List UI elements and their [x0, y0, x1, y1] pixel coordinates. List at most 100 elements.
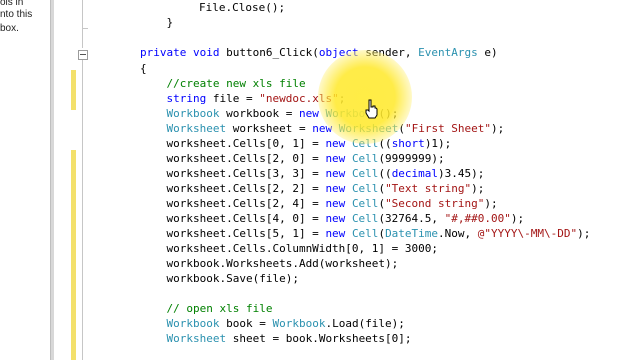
code-token: workbook = [226, 107, 299, 120]
cursor-highlight [318, 50, 412, 144]
code-token: worksheet.Cells[2, 0] = [140, 152, 326, 165]
code-token: workbook.Worksheets.Add(worksheet); [140, 257, 399, 270]
toolbox-description-panel: ols in nto this box. [0, 0, 50, 360]
code-token: Workbook [166, 107, 227, 120]
code-token: worksheet.Cells[2, 2] = [140, 182, 326, 195]
code-token: short [391, 137, 425, 150]
code-token: File.Close(); [146, 1, 286, 14]
code-token: new [325, 212, 352, 225]
code-token: //create new xls file [140, 77, 306, 90]
code-line: string file = "newdoc.xls"; [140, 91, 346, 106]
code-token: Cell [351, 167, 379, 180]
panel-text-line: nto this [0, 9, 33, 20]
code-token: workbook.Save(file); [140, 272, 299, 285]
outline-end-tick [82, 28, 88, 29]
code-token: book = [226, 317, 273, 330]
outline-line [82, 60, 83, 360]
code-token: // open xls file [140, 302, 273, 315]
code-token: "#,##0.00" [444, 212, 511, 225]
code-token: EventArgs [418, 46, 485, 59]
code-line: worksheet.Cells[2, 0] = new Cell(9999999… [140, 151, 445, 166]
code-token: worksheet = [232, 122, 313, 135]
code-token: .Now, [438, 227, 478, 240]
code-token: worksheet.Cells.ColumnWidth[0, 1] = 3000… [140, 242, 439, 255]
code-token: (( [378, 167, 392, 180]
code-token: new [325, 197, 352, 210]
code-token: (9999999); [378, 152, 445, 165]
code-line: private void button6_Click(object sender… [140, 45, 498, 60]
code-token: void [192, 46, 227, 59]
code-token: "Second string" [385, 197, 485, 210]
collapse-region-icon[interactable] [78, 50, 88, 60]
code-token: Cell [351, 212, 379, 225]
code-token: worksheet.Cells[2, 4] = [140, 197, 326, 210]
code-line: Worksheet sheet = book.Worksheets[0]; [140, 331, 412, 346]
code-token: ); [510, 212, 525, 225]
code-token: { [140, 62, 147, 75]
code-line: workbook.Worksheets.Add(worksheet); [140, 256, 398, 271]
code-token: "First Sheet" [404, 122, 492, 135]
code-token: Workbook [272, 317, 326, 330]
code-line: worksheet.Cells.ColumnWidth[0, 1] = 3000… [140, 241, 438, 256]
code-line: File.Close(); [146, 0, 285, 15]
code-token: private [140, 46, 193, 59]
code-token: new [325, 167, 352, 180]
code-line: { [140, 61, 147, 76]
code-token: ); [491, 122, 505, 135]
code-token: Cell [351, 182, 379, 195]
change-indicator [71, 150, 76, 360]
code-token: worksheet.Cells[4, 0] = [140, 212, 326, 225]
code-token: file = [212, 92, 260, 105]
code-token: e) [484, 46, 498, 59]
code-line: Worksheet worksheet = new Worksheet("Fir… [140, 121, 505, 136]
panel-text-line: ols in [0, 0, 24, 8]
code-line: worksheet.Cells[0, 1] = new Cell((short)… [140, 136, 451, 151]
code-token: Cell [351, 197, 379, 210]
code-token: ); [577, 227, 591, 240]
code-token: )3.45); [438, 167, 485, 180]
panel-text-line: box. [0, 23, 19, 34]
code-token: worksheet.Cells[0, 1] = [140, 137, 326, 150]
code-line: worksheet.Cells[5, 1] = new Cell(DateTim… [140, 226, 590, 241]
code-token: ); [471, 182, 485, 195]
code-token: DateTime [385, 227, 439, 240]
code-line: Workbook book = Workbook.Load(file); [140, 316, 405, 331]
editor-gutter [54, 0, 80, 360]
code-token: button6_Click( [226, 46, 319, 59]
change-indicator [71, 70, 76, 110]
code-token: Worksheet [166, 332, 233, 345]
code-token: "Text string" [385, 182, 472, 195]
outline-line [82, 0, 83, 48]
code-token: string [166, 92, 213, 105]
code-token: decimal [391, 167, 439, 180]
code-token: Workbook [166, 317, 227, 330]
code-line: worksheet.Cells[3, 3] = new Cell((decima… [140, 166, 484, 181]
hand-pointer-icon [365, 99, 378, 119]
code-token: Worksheet [166, 122, 233, 135]
code-line: worksheet.Cells[4, 0] = new Cell(32764.5… [140, 211, 524, 226]
code-line: worksheet.Cells[2, 2] = new Cell("Text s… [140, 181, 484, 196]
code-token: ); [484, 197, 498, 210]
code-token: worksheet.Cells[3, 3] = [140, 167, 326, 180]
code-token: (32764.5, [378, 212, 445, 225]
code-line: // open xls file [140, 301, 272, 316]
code-token: new [325, 152, 352, 165]
code-token: Cell [351, 152, 379, 165]
code-token: @"YYYY\-MM\-DD" [477, 227, 578, 240]
code-token: sheet = book.Worksheets[0]; [232, 332, 412, 345]
code-line: worksheet.Cells[2, 4] = new Cell("Second… [140, 196, 498, 211]
code-token: worksheet.Cells[5, 1] = [140, 227, 326, 240]
code-token: new [325, 227, 352, 240]
code-token: .Load(file); [325, 317, 405, 330]
code-token: Cell [351, 227, 379, 240]
code-line: } [140, 15, 173, 30]
code-line: //create new xls file [140, 76, 306, 91]
code-token: } [140, 16, 174, 29]
code-line: workbook.Save(file); [140, 271, 299, 286]
code-token: new [325, 182, 352, 195]
